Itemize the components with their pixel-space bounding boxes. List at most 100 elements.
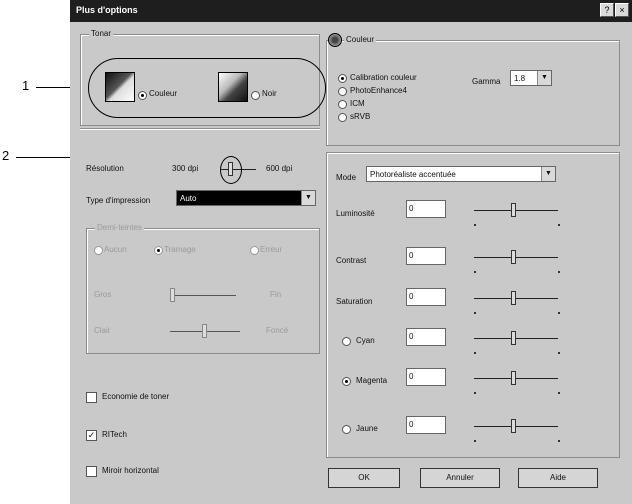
brightness-tick-max (558, 224, 560, 226)
resolution-high: 600 dpi (266, 164, 293, 173)
brightness-track (474, 210, 558, 211)
photoenhance-label: PhotoEnhance4 (350, 86, 407, 95)
separator (80, 128, 320, 130)
saturation-field[interactable]: 0 (406, 288, 446, 306)
black-radio-label: Noir (262, 89, 277, 98)
magenta-field[interactable]: 0 (406, 368, 446, 386)
contrast-track (474, 257, 558, 258)
halftone-group-title: Demi-teintes (95, 223, 144, 232)
photoenhance-radio[interactable] (338, 87, 347, 96)
halftone-none-radio[interactable] (94, 246, 103, 255)
help-title-button[interactable]: ? (600, 3, 614, 17)
contrast-tick-min (474, 271, 476, 273)
color-group-icon (328, 33, 342, 47)
yellow-label: Jaune (356, 424, 378, 433)
black-radio[interactable] (251, 91, 260, 100)
brightness-label: Luminosité (336, 209, 375, 218)
help-button[interactable]: Aide (518, 468, 598, 488)
color-group-title: Couleur (344, 35, 377, 44)
color-calibration-radio[interactable] (338, 74, 347, 83)
ok-button[interactable]: OK (328, 468, 400, 488)
ritech-label: RITech (102, 430, 127, 439)
saturation-value: 0 (409, 292, 414, 301)
magenta-value: 0 (409, 372, 414, 381)
halftone-fine-label: Fin (270, 290, 282, 299)
magenta-thumb[interactable] (511, 371, 516, 385)
tone-group-title: Tonar (89, 29, 114, 38)
cyan-field[interactable]: 0 (406, 328, 446, 346)
yellow-field[interactable]: 0 (406, 416, 446, 434)
halftone-darkness-thumb[interactable] (202, 324, 207, 338)
ritech-checkbox[interactable]: ✓ (86, 430, 97, 441)
yellow-tick-min (474, 440, 476, 442)
halftone-light-label: Clair (94, 326, 111, 335)
cyan-value: 0 (409, 332, 414, 341)
print-type-label: Type d'impression (86, 196, 151, 205)
magenta-track (474, 378, 558, 379)
saturation-label: Saturation (336, 297, 373, 306)
gamma-select[interactable]: 1.8 ▼ (510, 70, 552, 86)
halftone-coarse-label: Gros (94, 290, 112, 299)
yellow-radio[interactable] (342, 425, 351, 434)
contrast-label: Contrast (336, 256, 367, 265)
toner-saving-label: Economie de toner (102, 392, 170, 401)
dialog-window: Plus d'options ? × Tonar Couleur Noir Ré… (70, 0, 632, 504)
halftone-error-radio[interactable] (250, 246, 259, 255)
contrast-field[interactable]: 0 (406, 247, 446, 265)
magenta-radio[interactable] (342, 377, 351, 386)
gamma-label: Gamma (472, 77, 501, 86)
close-button[interactable]: × (615, 3, 629, 17)
mode-value: Photoréaliste accentuée (370, 170, 456, 179)
saturation-tick-min (474, 312, 476, 314)
magenta-label: Magenta (356, 376, 388, 385)
cyan-track (474, 338, 558, 339)
saturation-track (474, 298, 558, 299)
srgb-radio[interactable] (338, 113, 347, 122)
halftone-dark-label: Foncé (266, 326, 289, 335)
halftone-dither-radio[interactable] (154, 246, 163, 255)
resolution-highlight-circle (220, 156, 242, 184)
print-type-select[interactable]: Auto ▼ (176, 190, 316, 206)
cancel-button[interactable]: Annuler (420, 468, 500, 488)
mode-select[interactable]: Photoréaliste accentuée ▼ (366, 166, 556, 182)
magenta-tick-min (474, 392, 476, 394)
toner-saving-checkbox[interactable] (86, 392, 97, 403)
icm-radio[interactable] (338, 100, 347, 109)
cyan-radio[interactable] (342, 337, 351, 346)
chevron-down-icon[interactable]: ▼ (301, 191, 315, 205)
cyan-thumb[interactable] (511, 331, 516, 345)
halftone-fineness-track (170, 295, 236, 296)
window-title: Plus d'options (76, 5, 138, 15)
cyan-tick-max (558, 352, 560, 354)
brightness-field[interactable]: 0 (406, 200, 446, 218)
cyan-tick-min (474, 352, 476, 354)
print-type-value: Auto (180, 194, 197, 203)
resolution-label: Résolution (86, 164, 124, 173)
magenta-tick-max (558, 392, 560, 394)
callout-2: 2 (2, 148, 10, 163)
brightness-thumb[interactable] (511, 203, 516, 217)
yellow-value: 0 (409, 420, 414, 429)
callout-1: 1 (22, 78, 30, 93)
chevron-down-icon[interactable]: ▼ (537, 71, 551, 85)
brightness-value: 0 (409, 204, 414, 213)
gamma-value: 1.8 (514, 74, 526, 83)
yellow-thumb[interactable] (511, 419, 516, 433)
halftone-error-label: Erreur (260, 245, 283, 254)
black-tone-icon (218, 72, 248, 102)
mirror-checkbox[interactable] (86, 466, 97, 477)
icm-label: ICM (350, 99, 365, 108)
yellow-tick-max (558, 440, 560, 442)
chevron-down-icon[interactable]: ▼ (541, 167, 555, 181)
contrast-thumb[interactable] (511, 250, 516, 264)
saturation-thumb[interactable] (511, 291, 516, 305)
halftone-dither-label: Tramage (164, 245, 196, 254)
resolution-low: 300 dpi (172, 164, 199, 173)
color-calibration-label: Calibration couleur (350, 73, 417, 82)
contrast-tick-max (558, 271, 560, 273)
contrast-value: 0 (409, 251, 414, 260)
halftone-fineness-thumb[interactable] (170, 288, 175, 302)
color-radio[interactable] (138, 91, 147, 100)
title-bar: Plus d'options ? × (70, 0, 632, 22)
halftone-none-label: Aucun (104, 245, 127, 254)
